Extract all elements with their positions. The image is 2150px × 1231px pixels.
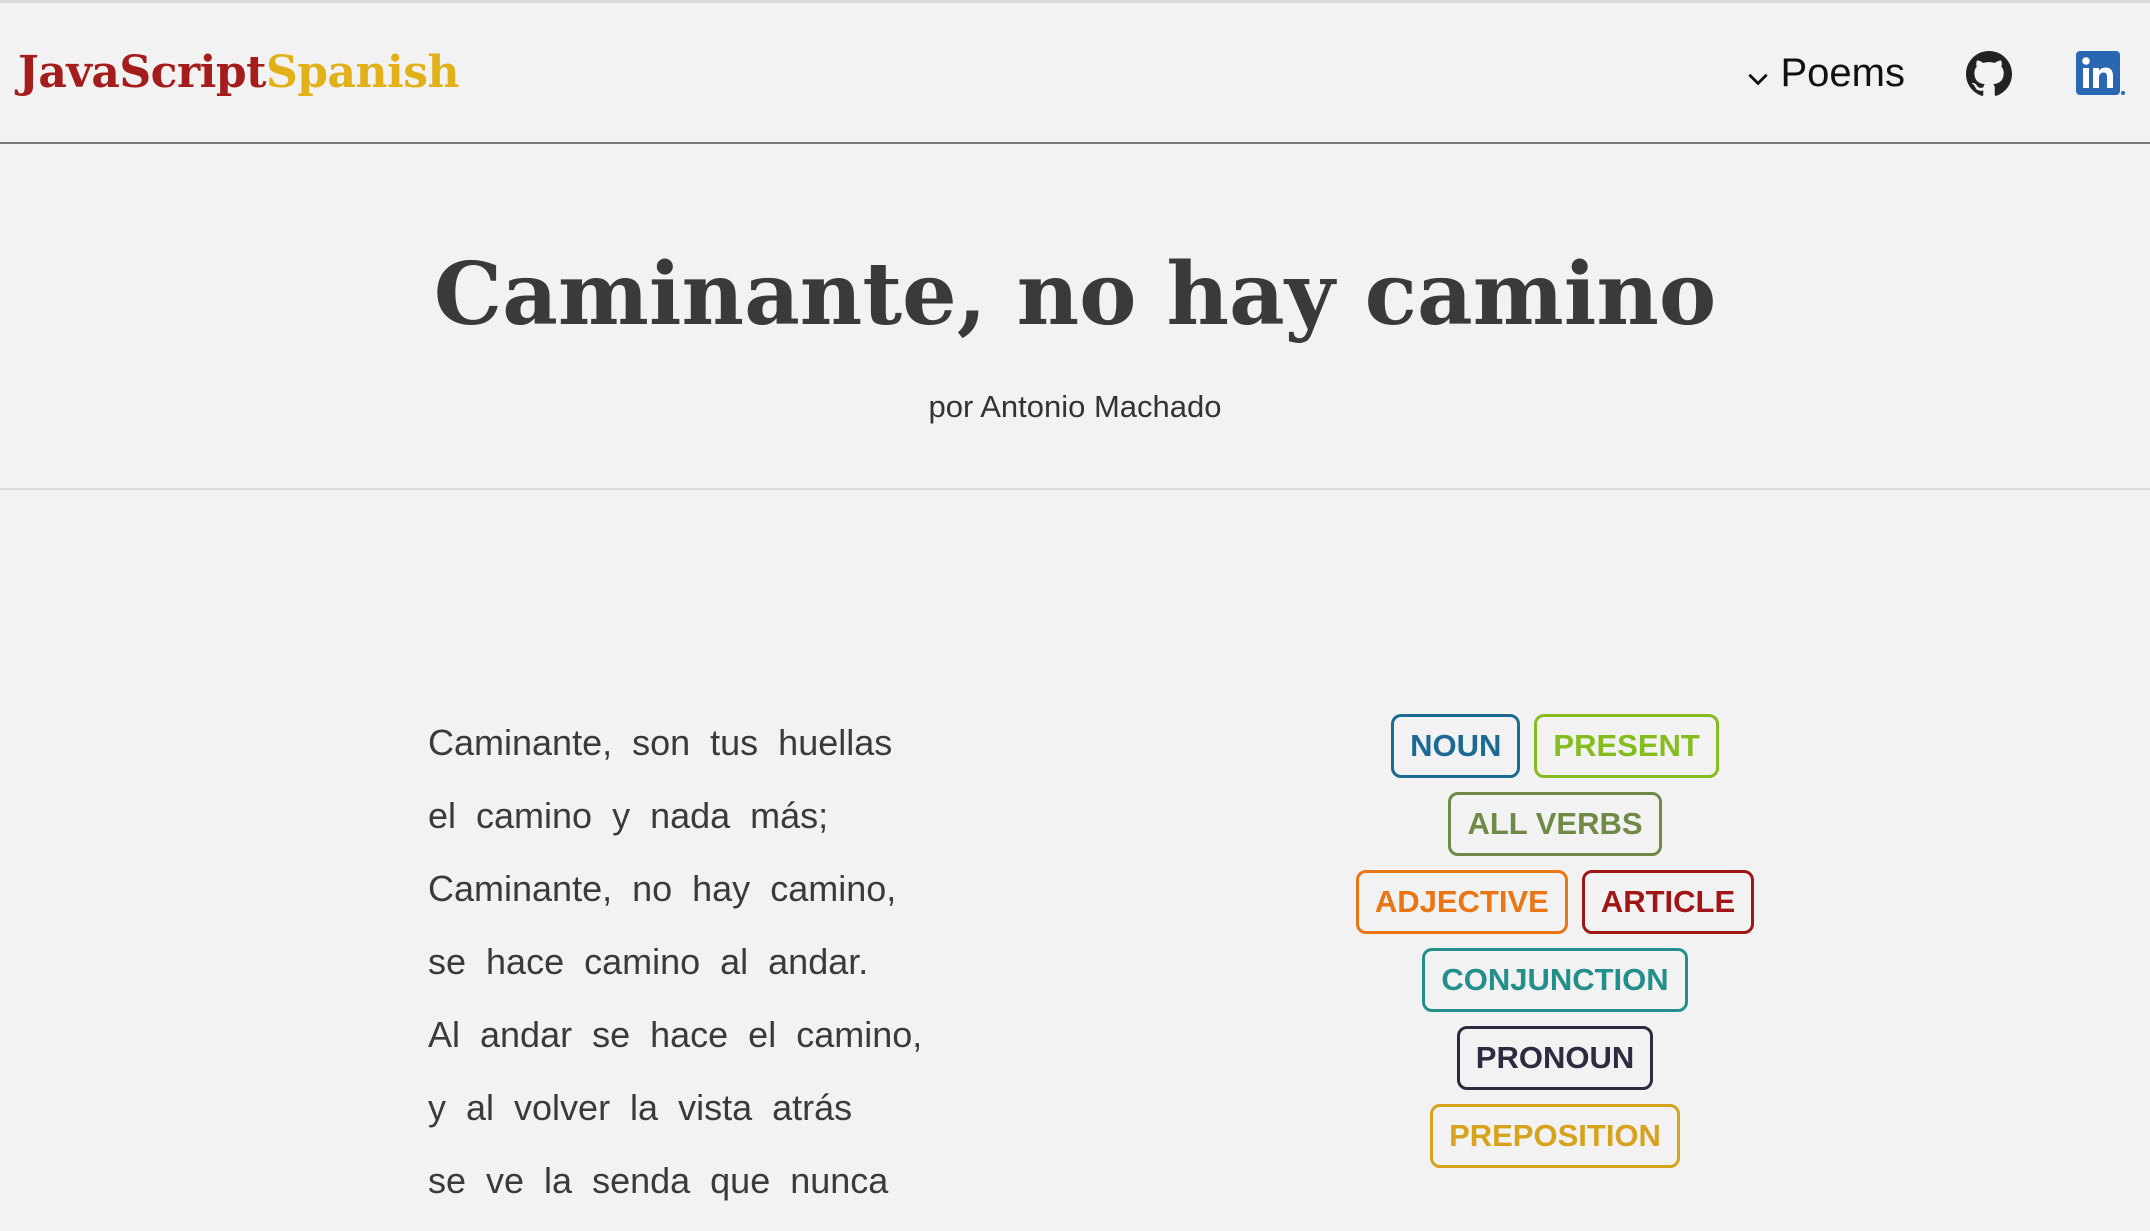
poem-line: Caminante, no hay camino, (428, 868, 897, 909)
poem-line: se ve la senda que nunca (428, 1160, 889, 1201)
poem-header: Caminante, no hay camino por Antonio Mac… (0, 144, 2150, 490)
conjunction-tag-button[interactable]: CONJUNCTION (1422, 948, 1688, 1012)
poem-author: por Antonio Machado (928, 389, 1222, 424)
present-tag-button[interactable]: PRESENT (1534, 714, 1719, 778)
poem-line: y al volver la vista atrás (428, 1087, 853, 1128)
poem-line: Al andar se hace el camino, (428, 1014, 923, 1055)
preposition-tag-button[interactable]: PREPOSITION (1430, 1104, 1680, 1168)
tag-row: PREPOSITION (1430, 1104, 1680, 1168)
tag-row: ADJECTIVE ARTICLE (1355, 870, 1755, 934)
tag-row: CONJUNCTION (1422, 948, 1688, 1012)
tag-row: PRONOUN (1456, 1026, 1654, 1090)
github-icon[interactable] (1966, 51, 2012, 97)
logo-javascript: JavaScript (18, 47, 266, 98)
tag-row: ALL VERBS (1448, 792, 1662, 856)
chevron-down-icon (1747, 73, 1768, 85)
linkedin-icon[interactable] (2076, 51, 2126, 99)
all-verbs-tag-button[interactable]: ALL VERBS (1448, 792, 1662, 856)
poem-title: Caminante, no hay camino (433, 244, 1717, 345)
poem-text: Caminante, son tus huellas el camino y n… (428, 720, 1028, 1231)
adjective-tag-button[interactable]: ADJECTIVE (1355, 870, 1568, 934)
site-logo[interactable]: JavaScript Spanish (18, 47, 460, 98)
logo-spanish: Spanish (265, 47, 460, 98)
poems-dropdown[interactable]: Poems (1745, 51, 1906, 96)
top-navbar: JavaScript Spanish Poems (0, 0, 2150, 144)
article-tag-button[interactable]: ARTICLE (1581, 870, 1755, 934)
poems-label: Poems (1780, 51, 1906, 95)
poem-line: Caminante, son tus huellas (428, 722, 893, 763)
poem-line: se hace camino al andar. (428, 941, 869, 982)
part-of-speech-filters: NOUN PRESENT ALL VERBS ADJECTIVE ARTICLE… (1340, 714, 1770, 1168)
noun-tag-button[interactable]: NOUN (1391, 714, 1521, 778)
pronoun-tag-button[interactable]: PRONOUN (1456, 1026, 1654, 1090)
tag-row: NOUN PRESENT (1391, 714, 1719, 778)
poem-line: el camino y nada más; (428, 795, 829, 836)
